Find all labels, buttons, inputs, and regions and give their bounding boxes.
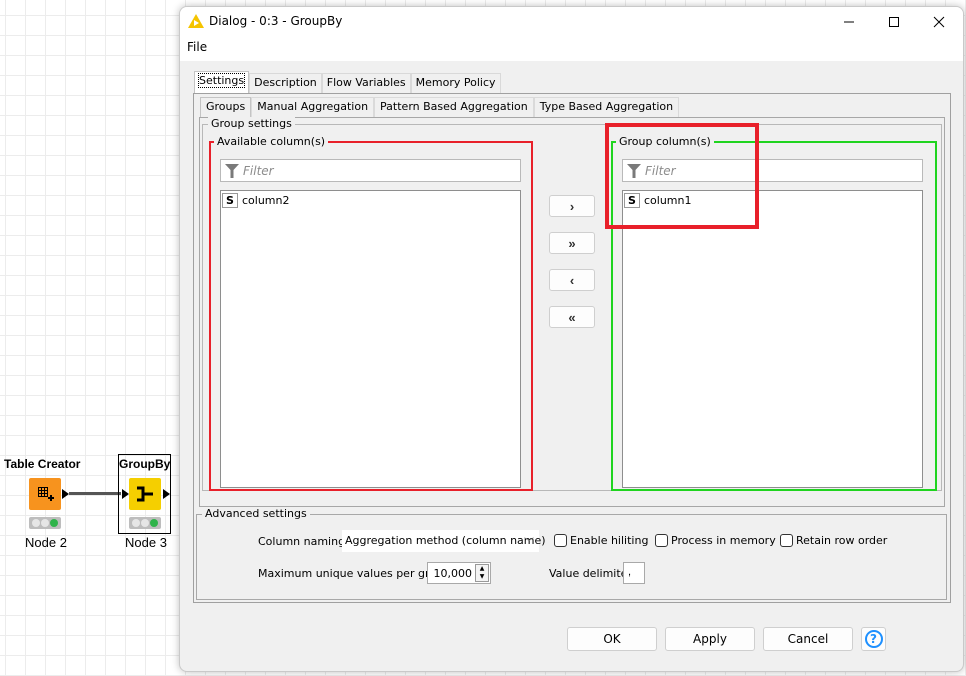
enable-hiliting-checkbox[interactable]: Enable hiliting — [554, 534, 648, 547]
apply-button[interactable]: Apply — [665, 627, 755, 651]
double-chevron-left-icon: « — [568, 309, 576, 325]
spinner-arrows-icon[interactable]: ▲ ▼ — [475, 564, 489, 582]
value-delimiter-input[interactable]: , — [623, 562, 645, 584]
minimize-icon — [844, 21, 854, 23]
output-port-icon[interactable] — [62, 489, 69, 499]
advanced-settings-section: Advanced settings Column naming: Aggrega… — [196, 507, 947, 600]
button-label: OK — [603, 632, 621, 646]
group-settings-legend: Group settings — [208, 117, 295, 130]
checkbox-label: Retain row order — [796, 534, 888, 547]
cancel-button[interactable]: Cancel — [763, 627, 853, 651]
checkbox-box[interactable] — [554, 534, 567, 547]
close-button[interactable] — [916, 7, 962, 37]
title-bar[interactable]: Dialog - 0:3 - GroupBy — [180, 7, 963, 37]
string-type-icon: S — [222, 192, 238, 208]
status-lights — [29, 517, 61, 529]
node-label: Node 2 — [25, 535, 67, 550]
maximize-button[interactable] — [871, 7, 917, 37]
tab-groups[interactable]: Groups — [200, 97, 252, 117]
group-columns-list[interactable]: S column1 — [622, 190, 923, 488]
output-port-icon[interactable] — [163, 489, 170, 499]
tab-flow-variables[interactable]: Flow Variables — [321, 73, 411, 93]
column-naming-label: Column naming: — [258, 535, 349, 548]
tab-memory-policy[interactable]: Memory Policy — [410, 73, 501, 93]
minimize-button[interactable] — [826, 7, 872, 37]
max-unique-value: 10,000 — [433, 567, 473, 580]
available-columns-section: Available column(s) Filter S column2 — [209, 135, 533, 491]
tab-label: Manual Aggregation — [257, 100, 369, 113]
groupby-icon[interactable] — [129, 478, 161, 510]
tab-manual-aggregation[interactable]: Manual Aggregation — [251, 97, 375, 117]
checkbox-label: Process in memory — [671, 534, 776, 547]
button-label: Cancel — [787, 632, 829, 646]
menu-bar: File — [180, 37, 963, 61]
tab-label: Settings — [197, 73, 246, 88]
close-icon — [933, 16, 945, 28]
settings-panel: Groups Manual Aggregation Pattern Based … — [193, 93, 951, 603]
add-button[interactable]: › — [549, 195, 595, 217]
remove-all-button[interactable]: « — [549, 306, 595, 328]
group-settings-section: Group settings Available column(s) Filte… — [202, 117, 942, 491]
filter-placeholder: Filter — [243, 164, 274, 178]
window-title: Dialog - 0:3 - GroupBy — [209, 14, 343, 28]
menu-file[interactable]: File — [187, 40, 207, 54]
max-unique-label: Maximum unique values per group — [258, 567, 450, 580]
node-title: Table Creator — [4, 457, 81, 471]
button-label: Apply — [693, 632, 727, 646]
chevron-down-icon: ﹀ — [524, 538, 534, 549]
column-name: column2 — [242, 193, 290, 207]
node-title: GroupBy — [119, 457, 171, 471]
checkbox-label: Enable hiliting — [570, 534, 649, 547]
process-in-memory-checkbox[interactable]: Process in memory — [655, 534, 776, 547]
filter-icon — [225, 164, 239, 178]
remove-button[interactable]: ‹ — [549, 269, 595, 291]
tab-label: Type Based Aggregation — [539, 100, 674, 113]
node-label: Node 3 — [125, 535, 167, 550]
max-unique-spinner[interactable]: 10,000 ▲ ▼ — [427, 562, 491, 584]
checkbox-box[interactable] — [655, 534, 668, 547]
knime-warning-icon — [188, 14, 204, 28]
tab-label: Flow Variables — [326, 76, 406, 89]
available-columns-legend: Available column(s) — [214, 135, 329, 148]
tab-label: Groups — [206, 100, 246, 113]
tab-description[interactable]: Description — [249, 73, 322, 93]
tab-label: Pattern Based Aggregation — [380, 100, 528, 113]
double-chevron-right-icon: » — [568, 235, 576, 251]
chevron-left-icon: ‹ — [569, 272, 575, 288]
help-icon: ? — [864, 630, 883, 648]
table-creator-icon[interactable] — [29, 478, 61, 510]
tab-pattern-based-aggregation[interactable]: Pattern Based Aggregation — [374, 97, 534, 117]
value-delimiter-label: Value delimiter — [549, 567, 632, 580]
connection-line[interactable] — [69, 492, 121, 495]
tab-settings[interactable]: Settings — [194, 71, 250, 93]
groupby-dialog: Dialog - 0:3 - GroupBy File Settings Des… — [179, 6, 964, 672]
input-port-icon[interactable] — [122, 489, 129, 499]
value-delimiter-value: , — [628, 566, 632, 578]
tab-type-based-aggregation[interactable]: Type Based Aggregation — [533, 97, 680, 117]
main-tabs: Settings Description Flow Variables Memo… — [194, 71, 501, 93]
available-filter-input[interactable]: Filter — [220, 159, 521, 182]
column-naming-select[interactable]: Aggregation method (column name) ﹀ — [342, 530, 546, 552]
checkbox-box[interactable] — [780, 534, 793, 547]
ok-button[interactable]: OK — [567, 627, 657, 651]
groups-panel: Group settings Available column(s) Filte… — [199, 117, 945, 507]
chevron-right-icon: › — [569, 198, 575, 214]
retain-row-order-checkbox[interactable]: Retain row order — [780, 534, 887, 547]
available-columns-list[interactable]: S column2 — [220, 190, 521, 488]
advanced-settings-legend: Advanced settings — [202, 507, 310, 520]
help-button[interactable]: ? — [861, 627, 886, 651]
tab-label: Memory Policy — [415, 76, 496, 89]
sub-tabs: Groups Manual Aggregation Pattern Based … — [200, 97, 680, 117]
status-lights — [129, 517, 161, 529]
annotation-highlight — [605, 123, 759, 229]
add-all-button[interactable]: » — [549, 232, 595, 254]
column-naming-value: Aggregation method (column name) — [345, 534, 546, 547]
list-item[interactable]: S column2 — [222, 192, 290, 208]
tab-label: Description — [254, 76, 317, 89]
maximize-icon — [889, 17, 899, 27]
